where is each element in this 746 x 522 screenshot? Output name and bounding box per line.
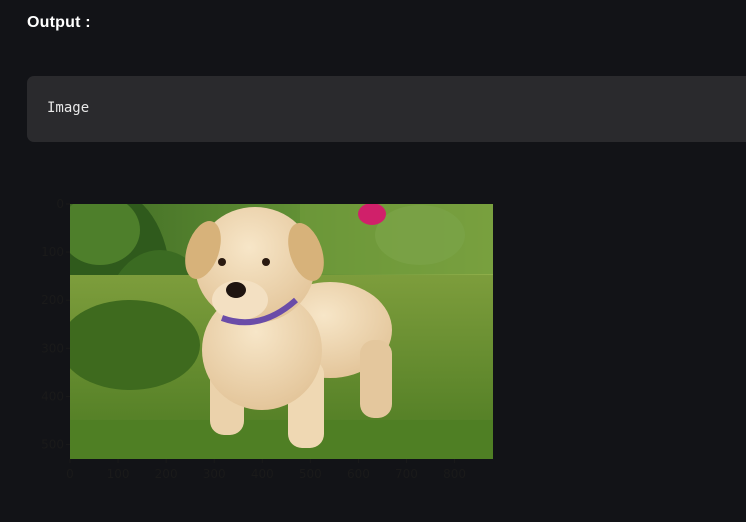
x-tick-label: 100: [107, 467, 130, 481]
x-tick-label: 400: [251, 467, 274, 481]
y-tick-label: 300: [41, 341, 64, 355]
x-tick-label: 0: [66, 467, 74, 481]
x-tick-label: 600: [347, 467, 370, 481]
y-tick-label: 200: [41, 293, 64, 307]
y-tick-label: 500: [41, 438, 64, 452]
image-figure: 0 100 200 300 400 500 0 100 200 300 400 500 600 700 8…: [41, 197, 493, 481]
y-tick-label: 400: [41, 389, 64, 403]
x-tick-label: 200: [155, 467, 178, 481]
y-tick-label: 100: [41, 245, 64, 259]
y-axis: 0 100 200 300 400 500: [41, 197, 70, 452]
y-tick-label: 0: [56, 197, 64, 211]
x-tick-label: 300: [203, 467, 226, 481]
x-tick-label: 700: [395, 467, 418, 481]
puppy-photo: [70, 204, 493, 459]
x-tick-label: 800: [443, 467, 466, 481]
x-tick-label: 500: [299, 467, 322, 481]
x-axis: 0 100 200 300 400 500 600 700 800: [66, 459, 466, 481]
